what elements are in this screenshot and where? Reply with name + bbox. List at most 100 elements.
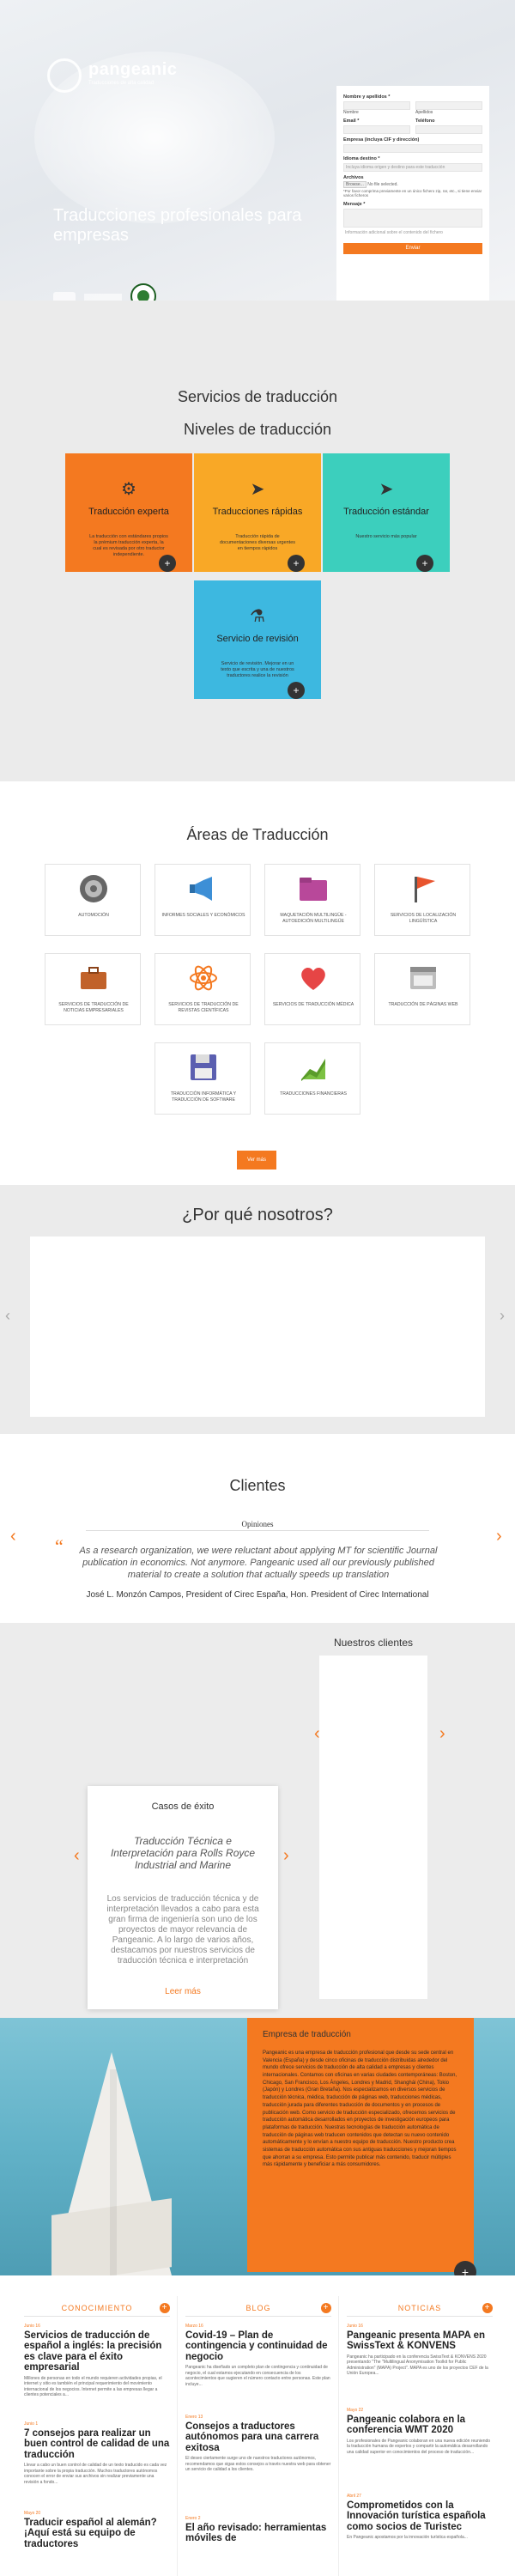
quote-mark-icon: “ — [55, 1535, 64, 1557]
post[interactable]: Junio 1 7 consejos para realizar un buen… — [24, 2421, 170, 2485]
post-excerpt: Pangeanic ha diseñado un completo plan d… — [185, 2365, 330, 2387]
send-button[interactable]: Enviar — [343, 242, 482, 254]
post[interactable]: Junio 16 Pangeanic presenta MAPA en Swis… — [347, 2324, 493, 2377]
areas-more-button[interactable]: Ver más — [237, 1151, 276, 1170]
post[interactable]: Enero 2 El año revisado: herramientas mó… — [185, 2516, 331, 2547]
post-excerpt: Pangeanic ha participado en la conferenc… — [347, 2354, 488, 2377]
expand-plus-icon[interactable]: + — [416, 555, 433, 572]
post-title[interactable]: Consejos a traductores autónomos para un… — [185, 2421, 331, 2453]
case-study-card[interactable]: Casos de éxito Traducción Técnica e Inte… — [88, 1786, 278, 2009]
chevron-left-icon[interactable]: ‹ — [5, 1307, 10, 1325]
message-field[interactable] — [343, 208, 482, 228]
post-excerpt: El deseo ciertamente surge uno de nuestr… — [185, 2456, 331, 2473]
bar-chart-icon — [301, 1059, 325, 1081]
service-card-standard[interactable]: ➤ Traducción estándar Nuestro servicio m… — [323, 453, 450, 572]
post[interactable]: Enero 13 Consejos a traductores autónomo… — [185, 2415, 331, 2473]
pangeanic-logo[interactable]: pangeanic Traducciones de alta calidad — [47, 53, 185, 96]
company-field[interactable] — [343, 144, 482, 153]
post-title[interactable]: El año revisado: herramientas móviles de — [185, 2523, 331, 2544]
post-title[interactable]: Servicios de traducción de español a ing… — [24, 2330, 170, 2373]
service-description: Servicio de revisión. Mejorar en un text… — [221, 661, 294, 679]
post-date: Abril 27 — [347, 2494, 361, 2499]
post-title[interactable]: Comprometidos con la Innovación turístic… — [347, 2500, 493, 2532]
area-label: Servicios de localización lingüística — [390, 913, 457, 924]
first-name-field[interactable] — [343, 101, 410, 110]
chevron-right-icon[interactable]: › — [496, 1527, 502, 1546]
area-label: Servicios de traducción de noticias empr… — [58, 1002, 129, 1013]
services-title: Servicios de traducción — [177, 388, 338, 405]
post[interactable]: Marzo 16 Covid-19 – Plan de contingencia… — [185, 2324, 331, 2387]
post[interactable]: Junio 16 Servicios de traducción de espa… — [24, 2324, 170, 2398]
post[interactable]: Mayo 22 Pangeanic colabora en la confere… — [347, 2408, 493, 2455]
why-us-section: ¿Por qué nosotros? ‹ › — [0, 1185, 515, 1434]
read-more-link[interactable]: Leer más — [88, 1987, 278, 1996]
why-us-carousel — [30, 1236, 485, 1417]
clients-title: Clientes — [229, 1477, 286, 1494]
area-tile[interactable]: Traducción de páginas web — [374, 953, 470, 1025]
files-label: Archivos — [343, 175, 364, 180]
company-label: Empresa (incluya CIF y dirección) — [343, 137, 420, 143]
area-label: Servicios de traducción médica — [272, 1002, 354, 1007]
add-plus-icon[interactable]: + — [482, 2303, 493, 2313]
news-column: NOTICIAS + Junio 16 Pangeanic presenta MA… — [347, 2300, 493, 2576]
service-card-fast[interactable]: ➤ Traducciones rápidas Traducción rápida… — [194, 453, 321, 572]
service-description: La traducción con estándares propios la … — [89, 534, 168, 558]
browse-button[interactable]: Browse... — [343, 181, 367, 188]
case-study-description: Los servicios de traducción técnica y de… — [106, 1894, 259, 1965]
email-field[interactable] — [343, 125, 410, 134]
service-title: Servicio de revisión — [216, 634, 299, 644]
area-tile[interactable]: Informes sociales y económicos — [154, 864, 251, 936]
post[interactable]: Mayo 20 Traducir español al alemán? ¡Aqu… — [24, 2511, 170, 2552]
area-tile[interactable]: Servicios de traducción de noticias empr… — [45, 953, 141, 1025]
divider — [86, 1530, 429, 1531]
area-tile[interactable]: Automoción — [45, 864, 141, 936]
area-label: Servicios de traducción de revistas cien… — [168, 1002, 239, 1013]
post-title[interactable]: Covid-19 – Plan de contingencia y contin… — [185, 2330, 331, 2362]
service-card-expert[interactable]: ⚙ Traducción experta La traducción con e… — [65, 453, 192, 572]
post-title[interactable]: Pangeanic presenta MAPA en SwissText & K… — [347, 2330, 493, 2352]
chevron-right-icon[interactable]: › — [500, 1307, 505, 1325]
post[interactable]: Abril 27 Comprometidos con la Innovación… — [347, 2494, 493, 2541]
area-tile[interactable]: Traducciones financieras — [264, 1042, 360, 1115]
language-label: Idioma destino * — [343, 156, 380, 161]
column-title: BLOG — [245, 2304, 271, 2312]
post-date: Enero 13 — [185, 2415, 203, 2420]
flask-icon: ⚗ — [250, 607, 265, 626]
post-date: Junio 1 — [24, 2421, 39, 2427]
expand-plus-icon[interactable]: + — [454, 2261, 476, 2275]
post-title[interactable]: 7 consejos para realizar un buen control… — [24, 2428, 170, 2460]
area-label: Automoción — [78, 913, 109, 918]
phone-field[interactable] — [415, 125, 482, 134]
files-note: *Por favor comprima previamente en un ún… — [343, 189, 482, 198]
logo-tagline: Traducciones de alta calidad — [88, 81, 154, 86]
expand-plus-icon[interactable]: + — [288, 555, 305, 572]
browser-icon — [410, 967, 436, 989]
area-tile[interactable]: Servicios de traducción médica — [264, 953, 360, 1025]
expand-plus-icon[interactable]: + — [288, 682, 305, 699]
area-tile[interactable]: Servicios de traducción de revistas cien… — [154, 953, 251, 1025]
post-date: Marzo 16 — [185, 2324, 203, 2329]
file-picker[interactable]: Browse... No file selected. — [343, 181, 482, 188]
service-card-review[interactable]: ⚗ Servicio de revisión Servicio de revis… — [194, 580, 321, 699]
language-field[interactable]: Incluya idioma origen y destino para est… — [343, 163, 482, 172]
expand-plus-icon[interactable]: + — [159, 555, 176, 572]
no-file-text: No file selected. — [367, 182, 398, 187]
chevron-left-icon[interactable]: ‹ — [314, 1724, 320, 1744]
flag-icon — [415, 877, 435, 902]
architecture-shade — [110, 2069, 117, 2275]
post-title[interactable]: Pangeanic colabora en la conferencia WMT… — [347, 2415, 493, 2436]
last-name-field[interactable] — [415, 101, 482, 110]
testimonial-author: José L. Monzón Campos, President of Cire… — [86, 1590, 429, 1600]
chevron-right-icon[interactable]: › — [283, 1846, 289, 1866]
add-plus-icon[interactable]: + — [160, 2303, 170, 2313]
post-date: Mayo 20 — [24, 2511, 41, 2516]
area-tile[interactable]: Servicios de localización lingüística — [374, 864, 470, 936]
area-tile[interactable]: Traducción informática y traducción de s… — [154, 1042, 251, 1115]
cases-section: Nuestros clientes ‹ › Casos de éxito Tra… — [0, 1623, 515, 2018]
add-plus-icon[interactable]: + — [321, 2303, 331, 2313]
chevron-left-icon[interactable]: ‹ — [10, 1527, 16, 1546]
chevron-left-icon[interactable]: ‹ — [74, 1846, 80, 1866]
area-tile[interactable]: Maquetación multilingüe - Autoedición mu… — [264, 864, 360, 936]
chevron-right-icon[interactable]: › — [439, 1724, 445, 1744]
post-title[interactable]: Traducir español al alemán? ¡Aquí está s… — [24, 2518, 170, 2549]
